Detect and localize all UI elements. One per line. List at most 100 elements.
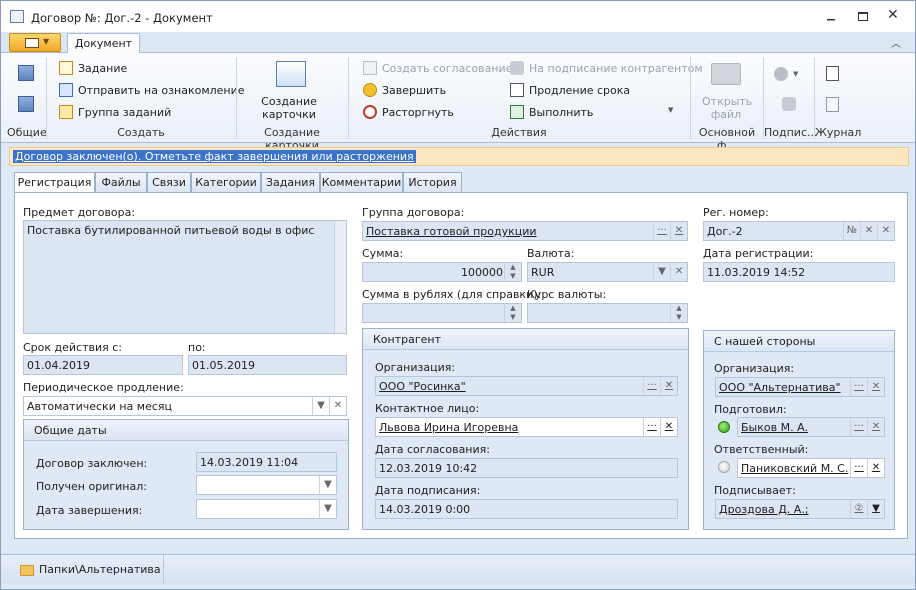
chevron-down-icon[interactable]: ▼ (312, 397, 329, 415)
ellipsis-icon[interactable]: ··· (643, 418, 660, 436)
cp-org-field[interactable]: ООО "Росинка" ··· ✕ (375, 376, 678, 396)
auto-number-icon[interactable]: ✕ (860, 222, 877, 240)
spin-icon[interactable]: ▲ ▼ (504, 304, 521, 322)
clear-icon[interactable]: ✕ (877, 222, 894, 240)
our-org-field[interactable]: ООО "Альтернатива" ··· ✕ (715, 377, 885, 397)
tab-tasks[interactable]: Задания (261, 172, 320, 193)
tab-files[interactable]: Файлы (95, 172, 147, 193)
tab-links[interactable]: Связи (147, 172, 191, 193)
sum-label: Сумма: (362, 247, 404, 260)
clear-icon[interactable]: ✕ (329, 397, 346, 415)
prepared-value[interactable]: Быков М. А. (741, 421, 808, 434)
clear-icon[interactable]: ✕ (867, 459, 884, 477)
renewal-value: Автоматически на месяц (27, 400, 172, 413)
tab-categories[interactable]: Категории (191, 172, 261, 193)
group-label: Группа договора: (362, 206, 465, 219)
task-group-button[interactable]: Группа заданий (59, 105, 171, 119)
ellipsis-icon[interactable]: ··· (850, 459, 867, 477)
our-org-value[interactable]: ООО "Альтернатива" (719, 381, 841, 394)
valid-from-value: 01.04.2019 (27, 359, 90, 372)
folder-path[interactable]: Папки\Альтернатива (11, 555, 164, 584)
cp-approve-field[interactable]: 12.03.2019 10:42 (375, 458, 678, 478)
cp-sign-field[interactable]: 14.03.2019 0:00 (375, 499, 678, 519)
chevron-down-icon[interactable]: ▼ (319, 476, 336, 494)
group-create-label: Создать (117, 126, 165, 139)
scrollbar[interactable] (334, 221, 346, 333)
chevron-down-icon[interactable]: ▼ (653, 263, 670, 281)
send-to-counterparty-button[interactable]: На подписание контрагентом (510, 61, 703, 75)
cp-org-value[interactable]: ООО "Росинка" (379, 380, 466, 393)
journal-edit-icon[interactable] (826, 97, 839, 112)
group-value[interactable]: Поставка готовой продукции (366, 225, 537, 238)
clear-icon[interactable]: ✕ (670, 263, 687, 281)
original-date-field[interactable]: ▼ (196, 475, 337, 495)
task-button[interactable]: Задание (59, 61, 127, 75)
certificate-icon[interactable] (774, 67, 788, 81)
close-icon[interactable]: ✕ (887, 7, 899, 23)
tab-comments[interactable]: Комментарии (320, 172, 403, 193)
tab-registration[interactable]: Регистрация (14, 172, 95, 194)
sum-field[interactable]: 100000 ▲ ▼ (362, 262, 522, 282)
valid-to-field[interactable]: 01.05.2019 (188, 355, 347, 375)
journal-icon[interactable] (826, 66, 839, 81)
tab-history[interactable]: История (403, 172, 462, 193)
completion-date-field[interactable]: ▼ (196, 499, 337, 519)
prepared-field[interactable]: Быков М. А. ··· ✕ (737, 417, 885, 437)
spin-icon[interactable]: ▲ ▼ (670, 304, 687, 322)
signer-info-icon[interactable]: ② (850, 500, 867, 518)
send-for-review-button[interactable]: Отправить на ознакомление (59, 83, 245, 97)
collapse-ribbon-icon[interactable]: ︿ (891, 35, 901, 50)
open-file-button[interactable]: Открыть файл (696, 59, 756, 123)
chevron-down-icon[interactable]: ▼ (319, 500, 336, 518)
ellipsis-icon[interactable]: ··· (643, 377, 660, 395)
certificate-dropdown-icon[interactable]: ▼ (793, 70, 798, 78)
save-icon[interactable] (18, 65, 34, 81)
clear-icon[interactable]: ✕ (670, 222, 687, 240)
signer-field[interactable]: Дроздова Д. А.; ② ▼ (715, 499, 885, 519)
signer-value[interactable]: Дроздова Д. А.; (719, 503, 809, 516)
create-approval-button[interactable]: Создать согласование (363, 61, 512, 75)
create-card-button[interactable]: Создание карточки (246, 59, 332, 123)
ellipsis-icon[interactable]: ··· (850, 378, 867, 396)
chevron-down-icon[interactable]: ▼ (867, 500, 884, 518)
save-as-icon[interactable] (18, 96, 34, 112)
menu-icon (25, 38, 39, 48)
clear-icon[interactable]: ✕ (867, 378, 884, 396)
number-button[interactable]: № (843, 222, 860, 240)
reg-no-field[interactable]: Дог.-2 № ✕ ✕ (703, 221, 895, 241)
ellipsis-icon[interactable]: ··· (850, 418, 867, 436)
clear-icon[interactable]: ✕ (867, 418, 884, 436)
responsible-value[interactable]: Паниковский М. С. (741, 462, 848, 475)
app-menu-button[interactable]: ▼ (9, 33, 61, 52)
our-org-label: Организация: (714, 362, 795, 375)
cp-contact-value[interactable]: Львова Ирина Игоревна (379, 421, 518, 434)
responsible-field[interactable]: Паниковский М. С. ··· ✕ (737, 458, 885, 478)
clear-icon[interactable]: ✕ (660, 377, 677, 395)
clear-icon[interactable]: ✕ (660, 418, 677, 436)
sign-document-icon[interactable] (782, 97, 796, 111)
sum-rub-field[interactable]: ▲ ▼ (362, 303, 522, 323)
spin-icon[interactable]: ▲ ▼ (504, 263, 521, 281)
currency-select[interactable]: RUR ▼ ✕ (527, 262, 688, 282)
renewal-select[interactable]: Автоматически на месяц ▼ ✕ (23, 396, 347, 416)
execute-button[interactable]: Выполнить ▼ (510, 105, 673, 119)
execute-dropdown-icon[interactable]: ▼ (668, 106, 673, 114)
reg-date-field[interactable]: 11.03.2019 14:52 (703, 262, 895, 282)
maximize-icon[interactable] (858, 12, 868, 21)
concluded-field[interactable]: 14.03.2019 11:04 (196, 452, 337, 472)
extend-term-button[interactable]: Продление срока (510, 83, 630, 97)
cp-contact-field[interactable]: Львова Ирина Игоревна ··· ✕ (375, 417, 678, 437)
minimize-icon[interactable]: ▁ (827, 10, 839, 22)
terminate-button[interactable]: Расторгнуть (363, 105, 454, 119)
rate-field[interactable]: ▲ ▼ (527, 303, 688, 323)
notice-bar: Договор заключен(о). Отметьте факт завер… (9, 147, 909, 166)
group-field[interactable]: Поставка готовой продукции ··· ✕ (362, 221, 688, 241)
notice-text[interactable]: Договор заключен(о). Отметьте факт завер… (13, 150, 416, 163)
valid-from-label: Срок действия с: (23, 341, 123, 354)
subject-field[interactable]: Поставка бутилированной питьевой воды в … (23, 220, 347, 334)
complete-button[interactable]: Завершить (363, 83, 446, 97)
ellipsis-icon[interactable]: ··· (653, 222, 670, 240)
valid-from-field[interactable]: 01.04.2019 (23, 355, 183, 375)
tab-document[interactable]: Документ (67, 33, 140, 54)
create-card-icon (276, 61, 306, 87)
